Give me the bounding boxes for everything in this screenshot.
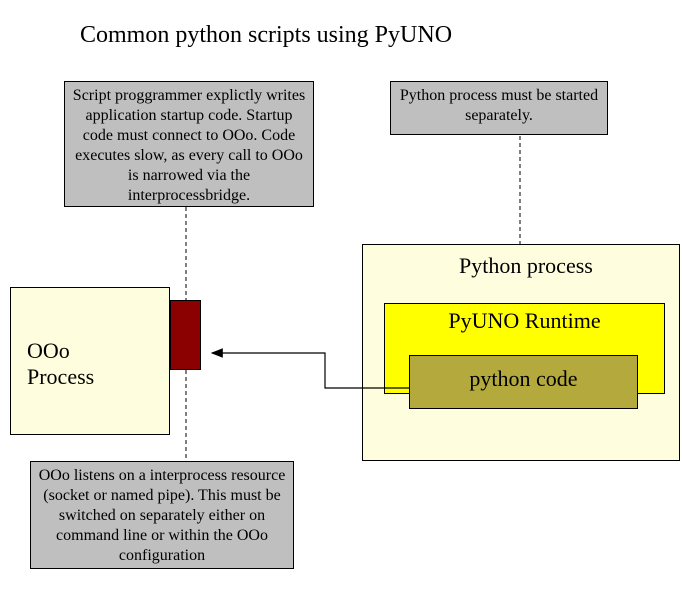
python-process-label: Python process xyxy=(459,253,593,279)
python-code-box: python code xyxy=(409,355,638,409)
ooo-process-label-l2: Process xyxy=(27,364,94,389)
interprocess-bridge-box xyxy=(170,300,201,370)
note-script-programmer: Script proggrammer explictly writes appl… xyxy=(64,81,314,207)
python-code-label: python code xyxy=(469,366,577,391)
pyuno-runtime-label: PyUNO Runtime xyxy=(448,308,600,333)
ooo-process-label-l1: OOo xyxy=(27,338,70,363)
note-python-separately: Python process must be started separatel… xyxy=(390,81,608,135)
diagram-title: Common python scripts using PyUNO xyxy=(80,22,452,49)
ooo-process-box: OOo Process xyxy=(10,287,170,435)
note-ooo-listens: OOo listens on a interprocess resource (… xyxy=(30,461,294,569)
